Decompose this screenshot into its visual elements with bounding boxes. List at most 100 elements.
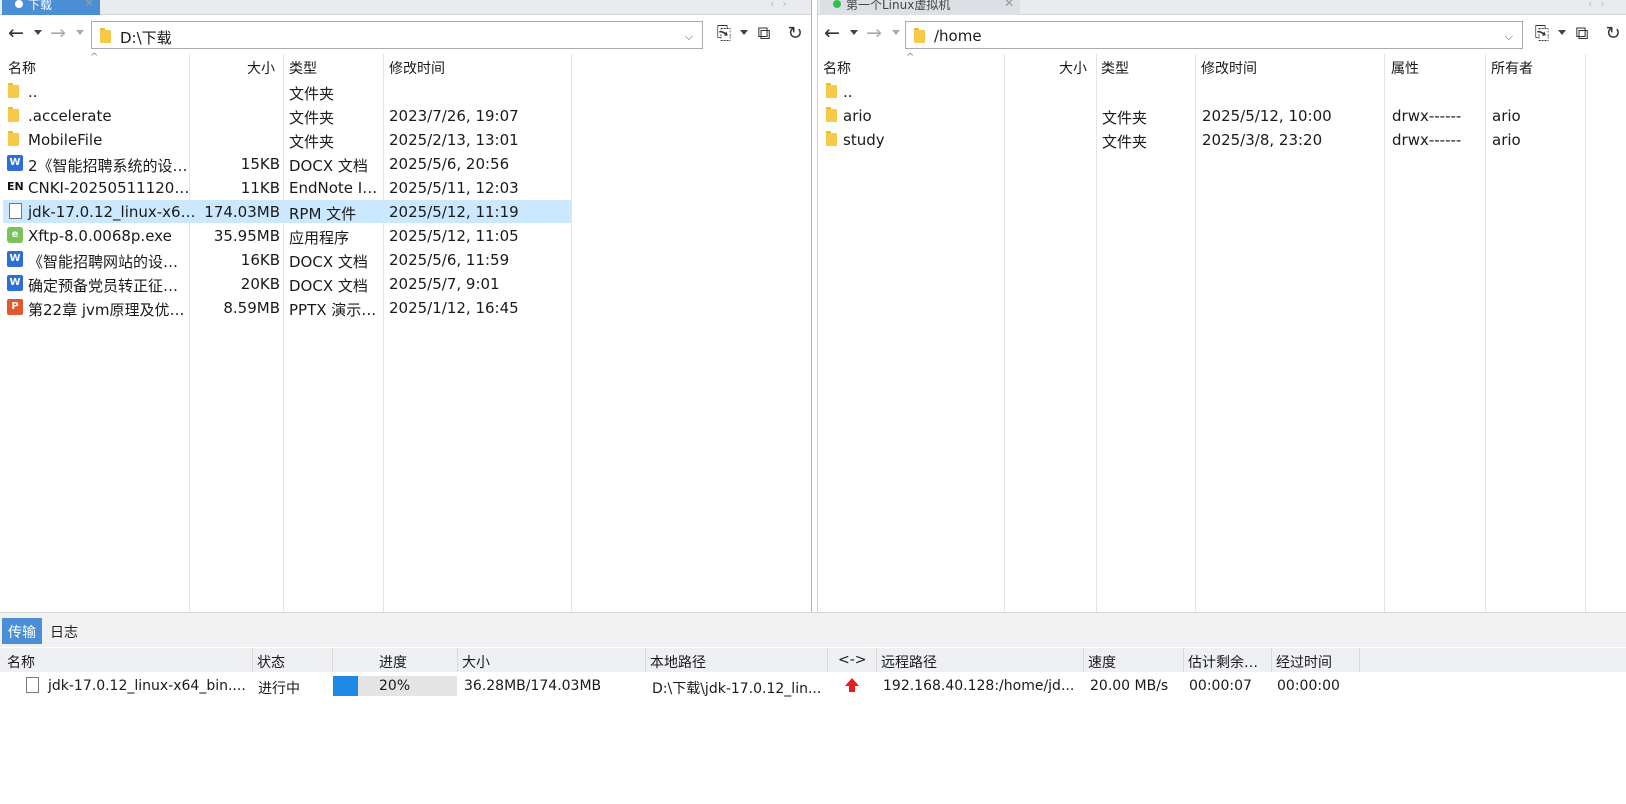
back-icon[interactable]: ← <box>8 23 24 43</box>
col-modified[interactable]: 修改时间 <box>389 58 445 78</box>
tab-transfer[interactable]: 传输 <box>2 618 42 644</box>
local-path-input[interactable]: D:\下载 ⌵ <box>91 21 703 49</box>
file-row[interactable]: study 文件夹 2025/3/8, 23:20 drwx------ ario <box>821 128 1601 151</box>
bookmark-icon[interactable]: ⎘ <box>712 22 736 46</box>
folder-icon <box>913 28 927 43</box>
cell-name: Xftp-8.0.0068p.exe <box>28 227 172 245</box>
th-eta[interactable]: 估计剩余… <box>1188 652 1258 672</box>
forward-icon[interactable]: → <box>866 23 882 43</box>
cell-name: MobileFile <box>28 131 103 149</box>
col-attributes[interactable]: 属性 <box>1391 58 1419 78</box>
cell-type: 文件夹 <box>289 109 335 127</box>
refresh-icon[interactable]: ↻ <box>1601 22 1625 46</box>
cell-type: RPM 文件 <box>289 205 357 223</box>
remote-path-text: /home <box>934 27 982 45</box>
back-history-caret-icon[interactable] <box>34 30 42 35</box>
cell-name: 《智能招聘网站的设… <box>28 253 179 271</box>
file-row[interactable]: e Xftp-8.0.0068p.exe 35.95MB 应用程序 2025/5/12,… <box>3 224 571 247</box>
column-divider <box>252 648 253 672</box>
file-icon <box>9 203 22 219</box>
tab-label: 下载 <box>28 0 53 12</box>
folder-icon <box>825 83 841 99</box>
forward-history-caret-icon[interactable] <box>76 30 84 35</box>
file-row[interactable]: EN CNKI-20250511120… 11KB EndNote I… 2025/5/… <box>3 176 571 199</box>
remote-path-input[interactable]: /home ⌵ <box>905 21 1523 49</box>
file-row[interactable]: ario 文件夹 2025/5/12, 10:00 drwx------ ario <box>821 104 1601 127</box>
col-name[interactable]: 名称 <box>823 58 851 78</box>
th-elapsed[interactable]: 经过时间 <box>1276 652 1332 672</box>
tab-log[interactable]: 日志 <box>44 618 84 644</box>
column-divider <box>571 54 572 612</box>
th-size[interactable]: 大小 <box>462 652 490 672</box>
file-row[interactable]: jdk-17.0.12_linux-x6… 174.03MB RPM 文件 2025/… <box>3 200 571 223</box>
new-folder-icon[interactable]: ⧉ <box>1570 22 1594 46</box>
back-icon[interactable]: ← <box>824 23 840 43</box>
th-remote-path[interactable]: 远程路径 <box>881 652 937 672</box>
bookmark-caret-icon[interactable] <box>1558 30 1566 35</box>
file-row[interactable]: W 2《智能招聘系统的设… 15KB DOCX 文档 2025/5/6, 20:56 <box>3 152 571 175</box>
bookmark-icon[interactable]: ⎘ <box>1530 22 1554 46</box>
cell-name: CNKI-20250511120… <box>28 179 190 197</box>
cell-attr: drwx------ <box>1392 107 1462 125</box>
th-direction[interactable]: <-> <box>838 652 867 668</box>
new-folder-icon[interactable]: ⧉ <box>752 22 776 46</box>
tab-scroll-arrows-icon[interactable]: ‹› <box>1588 0 1613 9</box>
file-row[interactable]: W 确定预备党员转正征… 20KB DOCX 文档 2025/5/7, 9:01 <box>3 272 571 295</box>
path-dropdown-icon[interactable]: ⌵ <box>1505 30 1513 44</box>
local-path-text: D:\下载 <box>120 29 172 47</box>
th-status[interactable]: 状态 <box>257 652 285 672</box>
col-size[interactable]: 大小 <box>247 58 275 78</box>
upload-arrow-stem <box>849 685 855 692</box>
cell-name: study <box>843 131 885 149</box>
cell-type: 文件夹 <box>289 85 335 103</box>
cell-name: .accelerate <box>28 107 112 125</box>
th-speed[interactable]: 速度 <box>1088 652 1116 672</box>
tab-scroll-arrows-icon[interactable]: ‹› <box>770 0 795 9</box>
th-local-path[interactable]: 本地路径 <box>650 652 706 672</box>
column-divider <box>1083 648 1084 672</box>
file-row[interactable]: .. 文件夹 <box>3 80 571 103</box>
col-type[interactable]: 类型 <box>1101 58 1129 78</box>
file-row[interactable]: P 第22章 jvm原理及优… 8.59MB PPTX 演示… 2025/1/12, 1… <box>3 296 571 319</box>
transfer-table-header: 名称 状态 进度 大小 本地路径 <-> 远程路径 速度 估计剩余… 经过时间 <box>0 648 1626 672</box>
folder-icon <box>7 107 23 123</box>
file-row[interactable]: W 《智能招聘网站的设… 16KB DOCX 文档 2025/5/6, 11:59 <box>3 248 571 271</box>
file-row[interactable]: MobileFile 文件夹 2025/2/13, 13:01 <box>3 128 571 151</box>
cell-modified: 2025/5/12, 11:05 <box>389 227 519 245</box>
column-divider <box>457 648 458 672</box>
th-progress[interactable]: 进度 <box>379 652 407 672</box>
cell-owner: ario <box>1492 107 1521 125</box>
bookmark-caret-icon[interactable] <box>740 30 748 35</box>
transfer-row[interactable]: jdk-17.0.12_linux-x64_bin.... 进行中 20% 36… <box>0 674 1626 698</box>
tab-remote-linux-vm[interactable]: 第一个Linux虚拟机 ✕ <box>820 0 1020 15</box>
path-dropdown-icon[interactable]: ⌵ <box>685 30 693 44</box>
cell-name: jdk-17.0.12_linux-x6… <box>28 203 196 221</box>
folder-icon <box>825 131 841 147</box>
th-name[interactable]: 名称 <box>7 652 35 672</box>
cell-modified: 2025/5/12, 11:19 <box>389 203 519 221</box>
back-history-caret-icon[interactable] <box>850 30 858 35</box>
forward-history-caret-icon[interactable] <box>892 30 900 35</box>
forward-icon[interactable]: → <box>50 23 66 43</box>
col-type[interactable]: 类型 <box>289 58 317 78</box>
cell-modified: 2025/5/6, 20:56 <box>389 155 510 173</box>
tab-local-downloads[interactable]: 下载 ✕ <box>2 0 100 15</box>
col-size[interactable]: 大小 <box>1059 58 1087 78</box>
tab-close-icon[interactable]: ✕ <box>84 0 94 9</box>
col-name[interactable]: 名称 <box>8 58 36 78</box>
cell-name: 2《智能招聘系统的设… <box>28 157 188 175</box>
col-owner[interactable]: 所有者 <box>1491 58 1533 78</box>
cell-modified: 2025/5/11, 12:03 <box>389 179 519 197</box>
col-modified[interactable]: 修改时间 <box>1201 58 1257 78</box>
file-row[interactable]: .accelerate 文件夹 2023/7/26, 19:07 <box>3 104 571 127</box>
column-divider <box>1271 648 1272 672</box>
cell-attr: drwx------ <box>1392 131 1462 149</box>
tab-close-icon[interactable]: ✕ <box>1004 0 1014 9</box>
file-row[interactable]: .. <box>821 80 1601 103</box>
word-doc-icon: W <box>7 155 23 171</box>
cell-name: ario <box>843 107 872 125</box>
cell-owner: ario <box>1492 131 1521 149</box>
refresh-icon[interactable]: ↻ <box>783 22 807 46</box>
local-list-header: 名称 ^ 大小 类型 修改时间 <box>0 52 811 78</box>
cell-type: DOCX 文档 <box>289 277 368 295</box>
